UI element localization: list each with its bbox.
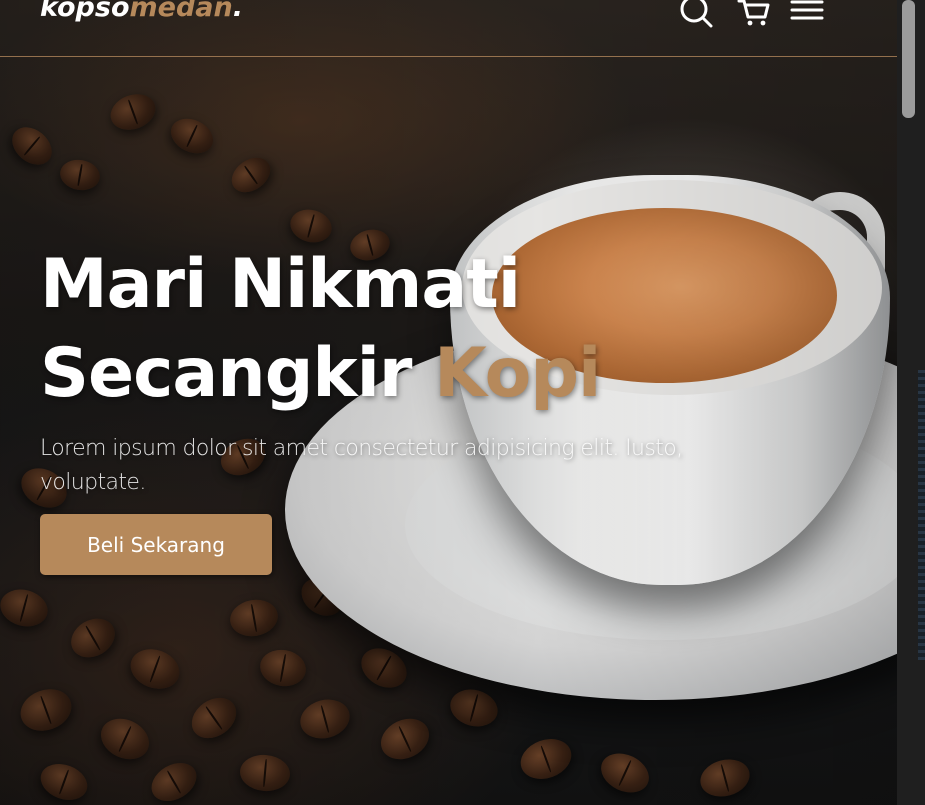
logo-dot: . (232, 0, 243, 23)
logo-text-main: kopso (40, 0, 130, 23)
background-window-edge (918, 370, 925, 660)
search-icon[interactable] (678, 0, 714, 28)
hero-title-accent: Kopi (434, 334, 601, 413)
scrollbar-thumb[interactable] (902, 0, 915, 118)
logo-text-accent: medan (129, 0, 233, 23)
buy-now-button[interactable]: Beli Sekarang (40, 514, 272, 575)
hero-section: kopsomedan. Mari Nikmati Secangkir Kopi … (0, 0, 897, 805)
navbar: kopsomedan. (0, 0, 897, 57)
menu-icon[interactable] (790, 0, 826, 28)
hero-description: Lorem ipsum dolor sit amet consectetur a… (40, 436, 683, 495)
hero-title-line2: Secangkir (40, 334, 412, 413)
logo[interactable]: kopsomedan. (40, 0, 243, 23)
hero-title-line1: Mari Nikmati (40, 245, 521, 324)
shopping-cart-icon[interactable] (736, 0, 772, 28)
hero-title: Mari Nikmati Secangkir Kopi (40, 240, 601, 418)
